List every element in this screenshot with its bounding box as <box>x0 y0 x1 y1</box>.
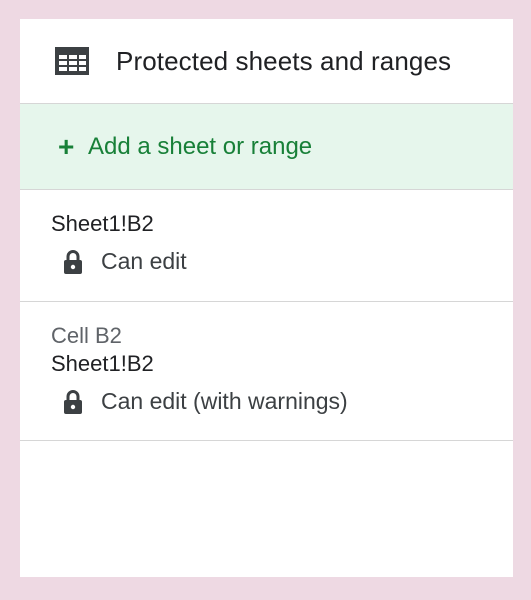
plus-icon: + <box>58 130 75 162</box>
permission-row: Can edit (with warnings) <box>51 388 513 415</box>
protected-range-item[interactable]: Sheet1!B2 Can edit <box>20 190 513 302</box>
permission-label: Can edit (with warnings) <box>101 388 348 414</box>
panel-header: Protected sheets and ranges <box>20 19 513 104</box>
protected-range-item[interactable]: Cell B2 Sheet1!B2 Can edit (with warning… <box>20 302 513 441</box>
panel-title: Protected sheets and ranges <box>116 45 452 76</box>
add-sheet-or-range-button[interactable]: + Add a sheet or range <box>20 104 513 190</box>
protected-ranges-panel: Protected sheets and ranges + Add a shee… <box>20 19 513 577</box>
table-grid-icon <box>54 46 90 76</box>
lock-icon <box>63 249 83 275</box>
protected-range-reference: Sheet1!B2 <box>51 211 154 236</box>
add-sheet-or-range-label: Add a sheet or range <box>88 132 313 160</box>
protected-range-description: Cell B2 <box>51 323 122 348</box>
permission-label: Can edit <box>101 248 187 274</box>
lock-icon <box>63 389 83 415</box>
protected-range-reference: Sheet1!B2 <box>51 351 154 376</box>
permission-row: Can edit <box>51 248 513 275</box>
